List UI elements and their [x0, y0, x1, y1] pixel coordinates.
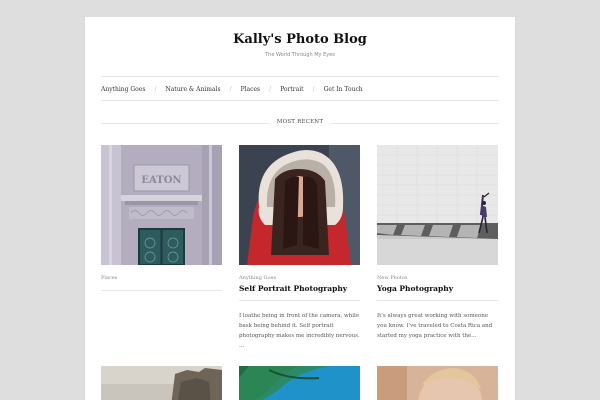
post-card: EATON Places — [101, 145, 222, 315]
nav-separator: / — [312, 85, 315, 93]
post-thumbnail-landscape[interactable] — [101, 366, 222, 400]
post-divider — [377, 300, 498, 301]
nav-item-portrait[interactable]: Portrait — [280, 86, 303, 93]
nav-bottom-rule — [101, 100, 499, 101]
post-divider — [239, 300, 360, 301]
heading-rule-right — [331, 123, 499, 124]
nav-item-anything-goes[interactable]: Anything Goes — [101, 86, 145, 93]
svg-text:EATON: EATON — [141, 175, 181, 186]
post-thumbnail-child[interactable] — [377, 366, 498, 400]
post-excerpt: I loathe being in front of the camera, w… — [239, 313, 360, 349]
post-card: Anything Goes Self Portrait Photography … — [239, 145, 360, 355]
post-card: New Photos Yoga Photography It's always … — [377, 145, 498, 355]
page-container: Kally's Photo Blog The World Through My … — [85, 17, 515, 400]
site-title[interactable]: Kally's Photo Blog — [85, 32, 515, 47]
post-divider — [101, 290, 222, 291]
nav-item-get-in-touch[interactable]: Get In Touch — [324, 86, 363, 93]
most-recent-heading: MOST RECENT — [101, 118, 499, 128]
nav-separator: / — [269, 85, 272, 93]
post-thumbnail-palm[interactable] — [239, 366, 360, 400]
post-thumbnail-building[interactable]: EATON — [101, 145, 222, 265]
post-title[interactable]: Yoga Photography — [377, 284, 498, 293]
nav-top-rule — [101, 76, 499, 77]
most-recent-label: MOST RECENT — [276, 119, 324, 125]
post-thumbnail-yoga[interactable] — [377, 145, 498, 265]
nav-item-places[interactable]: Places — [241, 86, 261, 93]
post-excerpt: It's always great working with someone y… — [377, 313, 493, 339]
site-tagline: The World Through My Eyes — [265, 52, 335, 58]
post-title[interactable]: Self Portrait Photography — [239, 284, 360, 293]
post-category[interactable]: Places — [101, 275, 117, 281]
nav-separator: / — [154, 85, 157, 93]
main-nav: Anything Goes / Nature & Animals / Place… — [101, 84, 363, 94]
nav-item-nature-animals[interactable]: Nature & Animals — [165, 86, 220, 93]
post-thumbnail-portrait[interactable] — [239, 145, 360, 265]
post-category[interactable]: Anything Goes — [239, 275, 276, 281]
post-category[interactable]: New Photos — [377, 275, 407, 281]
nav-separator: / — [229, 85, 232, 93]
